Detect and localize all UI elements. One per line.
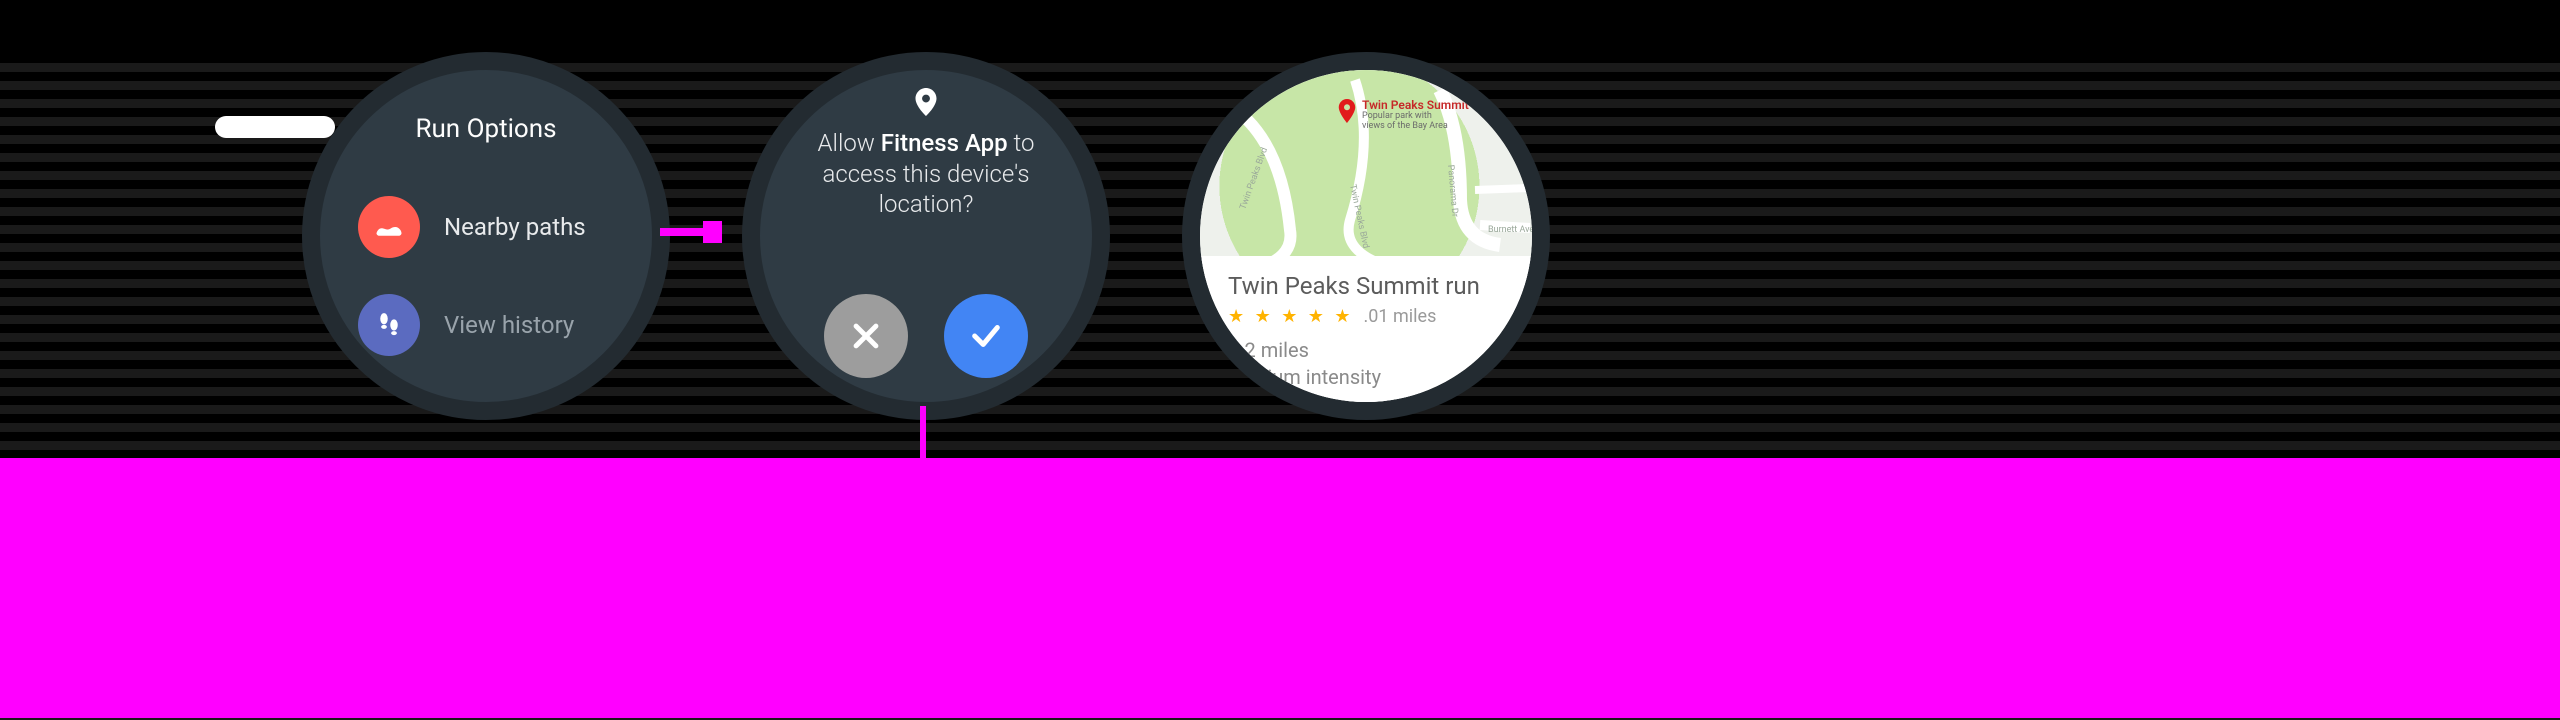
menu-item-nearby-paths[interactable]: Nearby paths [358,196,586,258]
watch-run-card: Twin Peaks Blvd Twin Peaks Blvd Panorama… [1182,52,1550,420]
menu-item-label: Nearby paths [444,213,586,241]
card-intensity: Medium intensity [1228,364,1504,391]
screen-title: Run Options [320,114,652,144]
background-magenta-bar [0,458,2560,718]
marker-title: Twin Peaks Summit [1362,98,1469,112]
map-pin-icon [1338,98,1356,124]
menu-item-label: View history [444,311,574,339]
background-top [0,0,2560,60]
permission-prompt: Allow Fitness App to access this device'… [788,128,1064,220]
allow-button[interactable] [944,294,1028,378]
card-title: Twin Peaks Summit run [1228,272,1504,300]
location-pin-icon [915,88,937,116]
check-icon [969,319,1003,353]
prompt-app-name: Fitness App [881,129,1008,157]
flow-connector-2 [920,406,926,460]
watch-permission-dialog: Allow Fitness App to access this device'… [742,52,1110,420]
map-marker[interactable]: Twin Peaks Summit Popular park with view… [1338,98,1469,132]
prompt-text-pre: Allow [818,129,881,157]
shoe-icon [358,196,420,258]
run-card[interactable]: Twin Peaks Summit run ★ ★ ★ ★ ★ .01 mile… [1200,256,1532,402]
card-distance: 5.2 miles [1228,337,1504,364]
watch-run-options: Run Options Nearby paths View history [302,52,670,420]
close-icon [849,319,883,353]
deny-button[interactable] [824,294,908,378]
svg-text:Burnett Ave: Burnett Ave [1488,225,1532,235]
card-distance-small: .01 miles [1364,306,1437,327]
svg-text:Twin Peaks Blvd: Twin Peaks Blvd [1238,146,1270,211]
rating-stars: ★ ★ ★ ★ ★ [1228,306,1354,327]
footsteps-icon [358,294,420,356]
flow-connector-1 [660,222,722,242]
menu-item-view-history[interactable]: View history [358,294,574,356]
marker-subtitle: views of the Bay Area [1362,122,1469,132]
